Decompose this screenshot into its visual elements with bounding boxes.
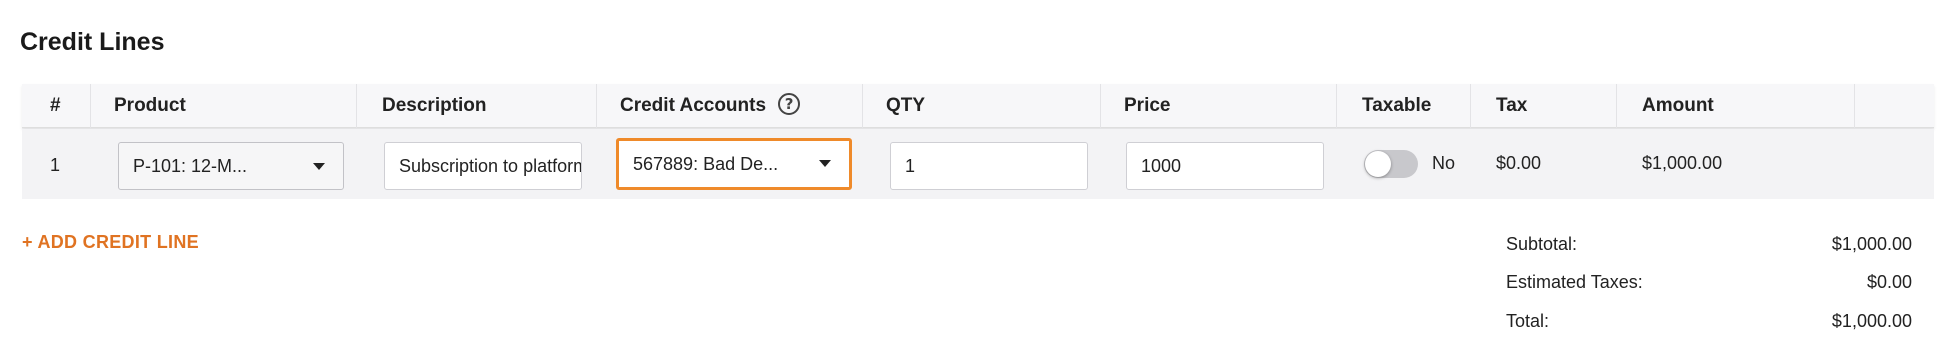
caret-down-icon xyxy=(313,163,325,170)
toggle-knob xyxy=(1365,151,1391,177)
price-input[interactable]: 1000 xyxy=(1126,142,1324,190)
header-credit-accounts: Credit Accounts? xyxy=(620,84,801,128)
estimated-taxes-label: Estimated Taxes: xyxy=(1506,272,1643,292)
qty-value: 1 xyxy=(905,156,916,176)
column-divider[interactable] xyxy=(1470,84,1471,128)
qty-input[interactable]: 1 xyxy=(890,142,1088,190)
caret-down-icon xyxy=(819,160,831,167)
row-index: 1 xyxy=(50,155,61,175)
tax-value: $0.00 xyxy=(1496,153,1542,173)
add-credit-line-button[interactable]: + ADD CREDIT LINE xyxy=(22,232,199,253)
header-description: Description xyxy=(382,95,487,116)
subtotal-label: Subtotal: xyxy=(1506,234,1578,254)
amount-value: $1,000.00 xyxy=(1642,153,1723,173)
subtotal-value: $1,000.00 xyxy=(1831,234,1912,254)
column-divider[interactable] xyxy=(862,84,863,128)
header-amount: Amount xyxy=(1642,95,1714,116)
header-index: # xyxy=(50,95,61,116)
column-divider[interactable] xyxy=(1336,84,1337,128)
header-tax: Tax xyxy=(1496,95,1528,116)
column-divider[interactable] xyxy=(90,84,91,128)
product-select-value: P-101: 12-M... xyxy=(133,156,248,176)
product-select[interactable]: P-101: 12-M... xyxy=(118,142,344,190)
table-header: # Product Description Credit Accounts? Q… xyxy=(22,84,1934,128)
description-value: Subscription to platform xyxy=(399,156,582,176)
description-input[interactable]: Subscription to platform xyxy=(384,142,582,190)
column-divider[interactable] xyxy=(1100,84,1101,128)
header-taxable: Taxable xyxy=(1362,95,1432,116)
header-qty: QTY xyxy=(886,95,926,116)
taxable-toggle[interactable] xyxy=(1364,150,1418,178)
credit-lines-table: # Product Description Credit Accounts? Q… xyxy=(22,84,1934,199)
column-divider[interactable] xyxy=(356,84,357,128)
column-divider[interactable] xyxy=(1854,84,1855,128)
header-credit-accounts-label: Credit Accounts xyxy=(620,95,767,116)
table-row: 1 P-101: 12-M... Subscription to platfor… xyxy=(22,129,1934,199)
total-label: Total: xyxy=(1506,311,1550,331)
header-price: Price xyxy=(1124,95,1171,116)
column-divider[interactable] xyxy=(1616,84,1617,128)
section-title: Credit Lines xyxy=(20,28,165,56)
column-divider[interactable] xyxy=(596,84,597,128)
total-value: $1,000.00 xyxy=(1831,311,1912,331)
price-value: 1000 xyxy=(1141,156,1182,176)
taxable-label: No xyxy=(1432,153,1456,173)
question-circle-icon[interactable]: ? xyxy=(778,93,801,116)
header-product: Product xyxy=(114,95,186,116)
credit-account-value: 567889: Bad De... xyxy=(633,154,779,174)
estimated-taxes-value: $0.00 xyxy=(1866,272,1912,292)
credit-account-select[interactable]: 567889: Bad De... xyxy=(616,138,852,190)
